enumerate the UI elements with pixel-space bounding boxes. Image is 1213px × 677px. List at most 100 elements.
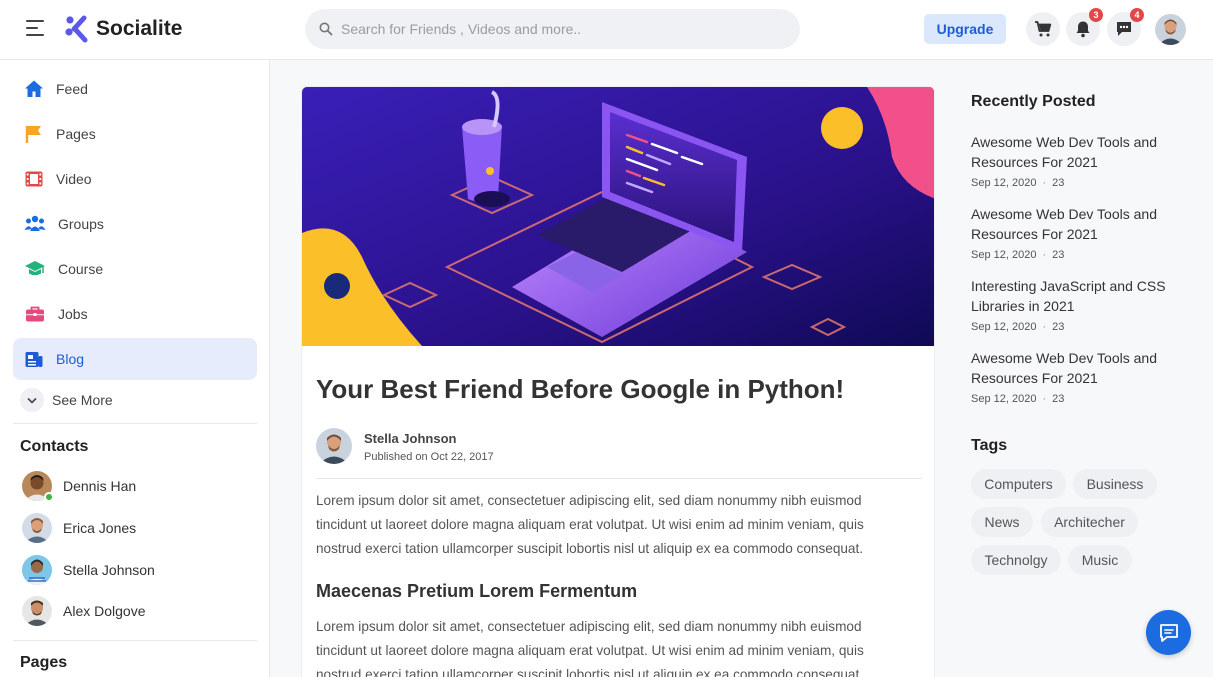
recently-posted-title: Recently Posted — [971, 93, 1096, 110]
recent-post-item[interactable]: Awesome Web Dev Tools and Resources For … — [971, 132, 1171, 189]
author-avatar[interactable] — [316, 428, 352, 464]
recent-post-title[interactable]: Awesome Web Dev Tools and Resources For … — [971, 132, 1171, 172]
briefcase-icon — [26, 306, 44, 322]
recent-post-meta: Sep 12, 2020 · 23 — [971, 393, 1065, 405]
recent-post-title[interactable]: Awesome Web Dev Tools and Resources For … — [971, 348, 1171, 388]
recent-post-date: Sep 12, 2020 — [971, 393, 1037, 405]
search-input[interactable] — [341, 21, 761, 37]
search-bar[interactable] — [305, 9, 800, 49]
recent-post-date: Sep 12, 2020 — [971, 249, 1037, 261]
divider — [316, 478, 922, 479]
divider — [13, 423, 257, 424]
post-subheading: Maecenas Pretium Lorem Fermentum — [316, 581, 638, 601]
tag-chip[interactable]: Music — [1068, 545, 1132, 575]
tag-chip[interactable]: Computers — [971, 469, 1066, 499]
sidebar-item-feed[interactable]: Feed — [13, 68, 257, 110]
contact-item[interactable]: Dennis Han — [22, 471, 137, 502]
recent-post-item[interactable]: Awesome Web Dev Tools and Resources For … — [971, 204, 1171, 261]
bell-icon — [1076, 21, 1090, 38]
sidebar-item-blog[interactable]: Blog — [13, 338, 257, 380]
online-status-dot — [44, 492, 54, 502]
flag-icon — [25, 126, 41, 143]
hero-illustration — [302, 87, 934, 346]
cart-button[interactable] — [1026, 12, 1060, 46]
published-date: Published on Oct 22, 2017 — [364, 451, 494, 463]
avatar — [22, 513, 52, 543]
blog-post-card: Your Best Friend Before Google in Python… — [301, 86, 935, 677]
avatar — [22, 471, 54, 502]
app-logo[interactable]: Socialite — [64, 15, 182, 43]
messages-badge: 4 — [1130, 8, 1144, 22]
sidebar-item-pages[interactable]: Pages — [13, 113, 257, 155]
see-more-button[interactable]: See More — [20, 388, 113, 412]
post-title: Your Best Friend Before Google in Python… — [316, 374, 845, 404]
left-sidebar: Feed Pages Video Groups Course Jobs Blog… — [0, 60, 270, 677]
contact-name: Alex Dolgove — [63, 603, 146, 619]
sidebar-item-label: Blog — [56, 351, 85, 367]
notifications-badge: 3 — [1089, 8, 1103, 22]
author-name[interactable]: Stella Johnson — [364, 431, 456, 446]
upgrade-button[interactable]: Upgrade — [924, 14, 1006, 44]
contact-item[interactable]: Alex Dolgove — [22, 596, 146, 626]
recent-post-date: Sep 12, 2020 — [971, 321, 1037, 333]
contact-name: Erica Jones — [63, 520, 137, 536]
sidebar-item-label: Jobs — [58, 306, 88, 322]
sidebar-item-label: Groups — [58, 216, 104, 232]
messages-button[interactable]: 4 — [1107, 8, 1144, 46]
cart-icon — [1035, 21, 1052, 37]
chat-button[interactable] — [1146, 610, 1191, 655]
contact-item[interactable]: Erica Jones — [22, 513, 136, 543]
chat-icon — [1117, 22, 1131, 36]
avatar — [22, 596, 52, 626]
sidebar-item-video[interactable]: Video — [13, 158, 257, 200]
graduation-cap-icon — [25, 261, 45, 276]
contacts-title: Contacts — [20, 438, 89, 455]
logo-icon — [65, 15, 88, 43]
tag-chip[interactable]: Architecher — [1041, 507, 1138, 537]
post-paragraph: Lorem ipsum dolor sit amet, consectetuer… — [316, 493, 864, 556]
recent-post-meta: Sep 12, 2020 · 23 — [971, 177, 1065, 189]
top-header: Socialite Upgrade 3 4 — [0, 0, 1213, 60]
recent-post-count: 23 — [1052, 177, 1065, 189]
sidebar-item-label: Pages — [56, 126, 96, 142]
sidebar-item-groups[interactable]: Groups — [13, 203, 257, 245]
sidebar-item-course[interactable]: Course — [13, 248, 257, 290]
contact-name: Dennis Han — [63, 478, 137, 494]
contact-name: Stella Johnson — [63, 562, 155, 578]
divider — [13, 640, 257, 641]
recent-post-item[interactable]: Awesome Web Dev Tools and Resources For … — [971, 348, 1171, 405]
menu-icon[interactable] — [26, 20, 44, 36]
user-avatar[interactable] — [1155, 14, 1186, 45]
chevron-down-icon — [20, 388, 44, 412]
tag-chip[interactable]: Business — [1073, 469, 1157, 499]
recent-post-count: 23 — [1052, 249, 1065, 261]
sidebar-item-label: Video — [56, 171, 92, 187]
film-icon — [25, 171, 43, 187]
users-icon — [24, 215, 46, 231]
tag-chip[interactable]: Technolgy — [971, 545, 1061, 575]
chat-bubble-icon — [1159, 623, 1178, 642]
tags-title: Tags — [971, 437, 1008, 454]
pages-title: Pages — [20, 654, 68, 671]
see-more-label: See More — [52, 392, 113, 408]
tag-chip[interactable]: News — [971, 507, 1033, 537]
search-icon — [319, 22, 333, 36]
recent-post-meta: Sep 12, 2020 · 23 — [971, 249, 1065, 261]
recent-post-title[interactable]: Awesome Web Dev Tools and Resources For … — [971, 204, 1171, 244]
recent-post-item[interactable]: Interesting JavaScript and CSS Libraries… — [971, 276, 1171, 333]
home-icon — [25, 80, 43, 97]
notifications-button[interactable]: 3 — [1066, 8, 1103, 46]
newspaper-icon — [25, 352, 43, 367]
sidebar-item-label: Feed — [56, 81, 88, 97]
sidebar-item-jobs[interactable]: Jobs — [13, 293, 257, 335]
sidebar-item-label: Course — [58, 261, 104, 277]
recent-post-count: 23 — [1052, 393, 1065, 405]
avatar — [22, 555, 52, 585]
post-paragraph: Lorem ipsum dolor sit amet, consectetuer… — [316, 619, 864, 677]
recent-post-meta: Sep 12, 2020 · 23 — [971, 321, 1065, 333]
recent-post-count: 23 — [1052, 321, 1065, 333]
recent-post-date: Sep 12, 2020 — [971, 177, 1037, 189]
app-name: Socialite — [96, 17, 183, 40]
recent-post-title[interactable]: Interesting JavaScript and CSS Libraries… — [971, 276, 1171, 316]
contact-item[interactable]: Stella Johnson — [22, 555, 155, 585]
